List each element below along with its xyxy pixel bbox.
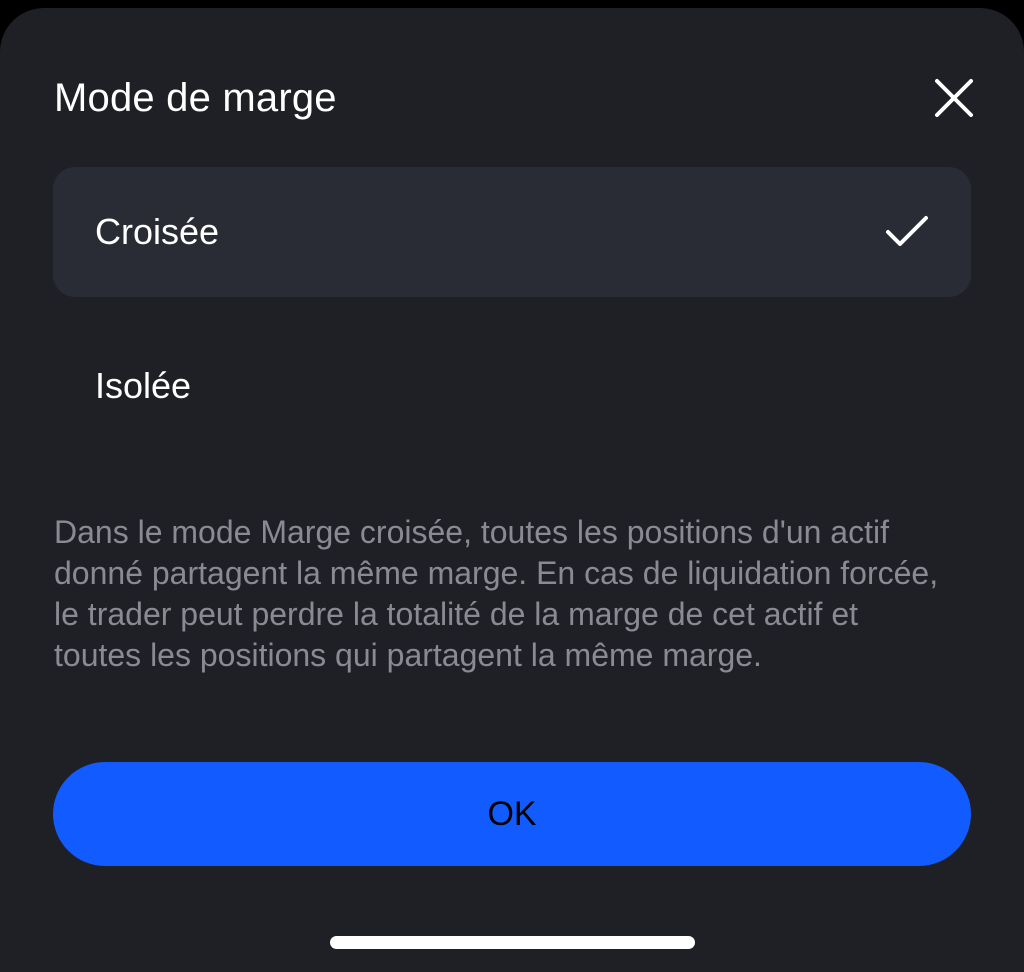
- option-label: Croisée: [95, 211, 220, 252]
- option-isolated-margin[interactable]: Isolée: [53, 321, 971, 451]
- margin-mode-description: Dans le mode Marge croisée, toutes les p…: [54, 514, 939, 673]
- margin-mode-sheet: Mode de marge Croisée Isolée Dans le mod…: [0, 8, 1024, 972]
- checkmark-icon: [883, 208, 931, 256]
- close-button[interactable]: [930, 74, 978, 122]
- option-label: Isolée: [95, 365, 192, 406]
- option-cross-margin[interactable]: Croisée: [53, 167, 971, 297]
- close-icon: [935, 79, 973, 117]
- sheet-title: Mode de marge: [54, 75, 337, 120]
- ok-button[interactable]: OK: [53, 762, 971, 866]
- ok-button-label: OK: [487, 794, 537, 833]
- home-indicator: [330, 936, 695, 949]
- sheet-header: Mode de marge: [54, 66, 973, 130]
